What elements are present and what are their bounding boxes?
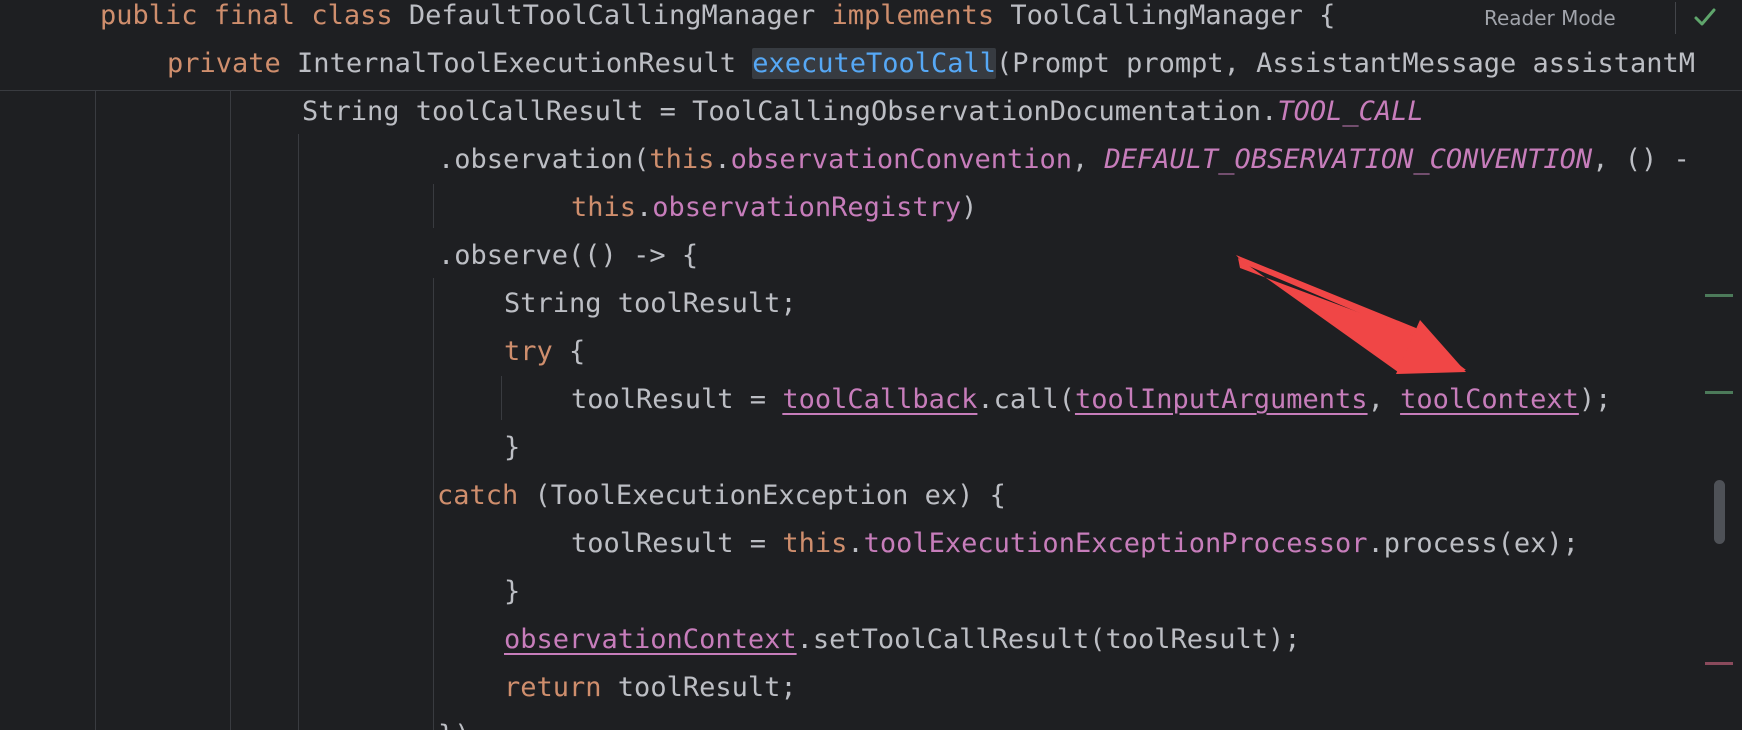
code-line-7[interactable]: toolResult = toolCallback.call(toolInput…	[571, 376, 1611, 424]
code-line-5[interactable]: String toolResult;	[504, 280, 797, 328]
indent-guide	[501, 376, 502, 420]
try-keyword: try	[504, 336, 553, 367]
code-text: toolResult =	[571, 384, 783, 415]
field-observation-registry: observationRegistry	[652, 192, 962, 223]
indent-guide	[433, 278, 434, 730]
code-editor[interactable]: public final class DefaultToolCallingMan…	[0, 0, 1742, 730]
class-name: DefaultToolCallingManager	[392, 0, 832, 31]
code-line-3[interactable]: this.observationRegistry)	[571, 184, 977, 232]
code-text: .setToolCallResult(toolResult);	[796, 624, 1301, 655]
code-line-12[interactable]: observationContext.setToolCallResult(too…	[504, 616, 1301, 664]
method-params: (Prompt prompt, AssistantMessage assista…	[996, 48, 1696, 79]
checkmark-icon[interactable]	[1692, 4, 1718, 30]
code-line-8[interactable]: }	[504, 424, 520, 472]
constant-default-convention: DEFAULT_OBSERVATION_CONVENTION	[1104, 144, 1593, 175]
code-text: );	[1578, 384, 1612, 415]
code-text: .observation(	[438, 144, 650, 175]
code-text: )	[961, 192, 978, 223]
field-observation-convention: observationConvention	[730, 144, 1072, 175]
code-text: toolResult =	[571, 528, 783, 559]
var-tool-callback[interactable]: toolCallback	[782, 384, 977, 415]
code-text: .	[636, 192, 653, 223]
class-keywords: public final class	[100, 0, 393, 31]
this-keyword: this	[649, 144, 715, 175]
code-text: String toolCallResult = ToolCallingObser…	[302, 96, 1278, 127]
code-text: .process(ex);	[1367, 528, 1579, 559]
code-line-9[interactable]: catch (ToolExecutionException ex) {	[437, 472, 1006, 520]
code-text: {	[552, 336, 586, 367]
vertical-scrollbar-thumb[interactable]	[1714, 480, 1725, 544]
method-declaration-line[interactable]: private InternalToolExecutionResult exec…	[167, 40, 1695, 88]
change-marker-added[interactable]	[1705, 391, 1733, 394]
private-keyword: private	[167, 48, 281, 79]
toolbar-divider	[1675, 2, 1676, 34]
indent-guide	[298, 134, 299, 730]
code-text: }	[504, 432, 521, 463]
indent-guide	[230, 90, 231, 730]
change-marker-added[interactable]	[1705, 294, 1733, 297]
var-tool-input-arguments[interactable]: toolInputArguments	[1075, 384, 1368, 415]
code-text: String toolResult;	[504, 288, 797, 319]
indent-guide	[433, 184, 434, 228]
code-line-10[interactable]: toolResult = this.toolExecutionException…	[571, 520, 1579, 568]
code-text: .	[847, 528, 864, 559]
return-type: InternalToolExecutionResult	[280, 48, 753, 79]
code-line-13[interactable]: return toolResult;	[504, 664, 797, 712]
implements-keyword: implements	[831, 0, 995, 31]
interface-name: ToolCallingManager {	[994, 0, 1336, 31]
code-line-11[interactable]: }	[504, 568, 520, 616]
code-text: .observe(() -> {	[438, 240, 699, 271]
constant-tool-call: TOOL_CALL	[1277, 96, 1424, 127]
code-text: }	[504, 576, 521, 607]
change-marker-modified[interactable]	[1705, 662, 1733, 665]
code-text: .call(	[977, 384, 1075, 415]
code-text: ,	[1367, 384, 1401, 415]
this-keyword: this	[782, 528, 848, 559]
code-text: })	[438, 720, 471, 730]
code-text: , () -	[1592, 144, 1690, 175]
indent-guide	[95, 90, 96, 730]
sticky-scroll-header: public final class DefaultToolCallingMan…	[0, 0, 1742, 91]
field-exception-processor: toolExecutionExceptionProcessor	[863, 528, 1368, 559]
var-observation-context[interactable]: observationContext	[504, 624, 797, 655]
this-keyword: this	[571, 192, 637, 223]
return-keyword: return	[504, 672, 602, 703]
class-declaration-line[interactable]: public final class DefaultToolCallingMan…	[100, 0, 1335, 40]
catch-keyword: catch	[437, 480, 519, 511]
code-line-14[interactable]: })	[438, 712, 471, 730]
code-line-4[interactable]: .observe(() -> {	[438, 232, 698, 280]
var-tool-context[interactable]: toolContext	[1400, 384, 1579, 415]
code-text: (ToolExecutionException ex) {	[518, 480, 1006, 511]
code-line-1[interactable]: String toolCallResult = ToolCallingObser…	[302, 88, 1424, 136]
code-text: toolResult;	[601, 672, 797, 703]
reader-mode-button[interactable]: Reader Mode	[1484, 0, 1616, 36]
code-text: ,	[1072, 144, 1105, 175]
method-name-highlight[interactable]: executeToolCall	[752, 48, 997, 79]
code-line-6[interactable]: try {	[504, 328, 585, 376]
code-line-2[interactable]: .observation(this.observationConvention,…	[438, 136, 1690, 184]
code-text: .	[714, 144, 731, 175]
